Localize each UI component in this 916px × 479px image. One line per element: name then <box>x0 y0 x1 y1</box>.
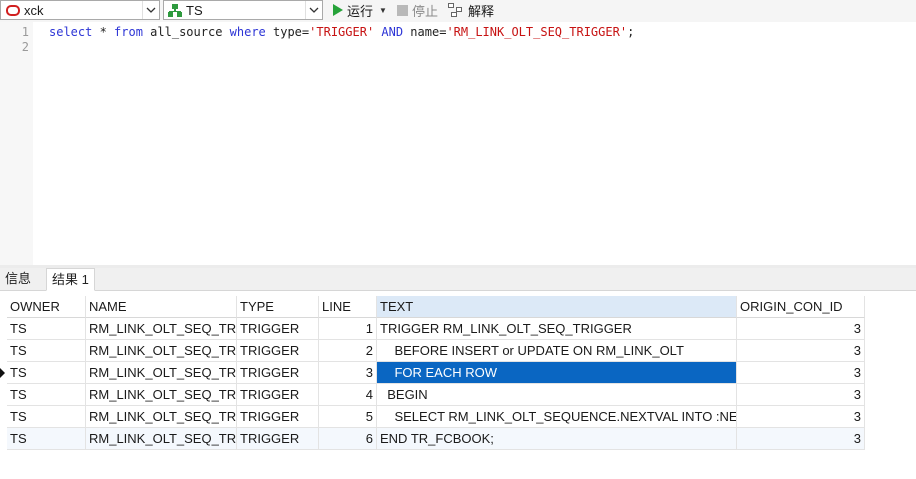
query-table: all_source <box>142 25 230 39</box>
cell-line[interactable]: 6 <box>319 428 377 450</box>
cell-type[interactable]: TRIGGER <box>237 384 319 406</box>
tab-result-1[interactable]: 结果 1 <box>46 268 95 291</box>
connection-value: xck <box>24 2 44 18</box>
cell-origin-con-id[interactable]: 3 <box>737 384 865 406</box>
cell-name[interactable]: RM_LINK_OLT_SEQ_TRIGGER <box>86 406 237 428</box>
cell-name[interactable]: RM_LINK_OLT_SEQ_TRIGGER <box>86 384 237 406</box>
table-row[interactable]: TSRM_LINK_OLT_SEQ_TRIGGERTRIGGER6END TR_… <box>0 428 866 450</box>
column-header-line[interactable]: LINE <box>319 296 377 318</box>
column-header-owner[interactable]: OWNER <box>7 296 86 318</box>
keyword-from: from <box>114 25 143 39</box>
run-button[interactable]: 运行 ▼ <box>333 0 387 20</box>
sql-query-line[interactable]: select * from all_source where type='TRI… <box>49 25 634 39</box>
cell-text[interactable]: SELECT RM_LINK_OLT_SEQUENCE.NEXTVAL INTO… <box>377 406 737 428</box>
cell-type[interactable]: TRIGGER <box>237 340 319 362</box>
oracle-connection-icon <box>6 4 20 16</box>
cell-origin-con-id[interactable]: 3 <box>737 406 865 428</box>
cell-text[interactable]: BEFORE INSERT or UPDATE ON RM_LINK_OLT <box>377 340 737 362</box>
column-header-type[interactable]: TYPE <box>237 296 319 318</box>
cell-owner[interactable]: TS <box>7 384 86 406</box>
toolbar: xck TS 运行 ▼ 停止 解释 <box>0 0 916 22</box>
line-number-gutter: 1 2 <box>0 22 33 265</box>
cell-owner[interactable]: TS <box>7 340 86 362</box>
table-row[interactable]: TSRM_LINK_OLT_SEQ_TRIGGERTRIGGER5 SELECT… <box>0 406 866 428</box>
connection-select[interactable]: xck <box>0 0 160 20</box>
table-row[interactable]: TSRM_LINK_OLT_SEQ_TRIGGERTRIGGER4 BEGIN3 <box>0 384 866 406</box>
cell-origin-con-id[interactable]: 3 <box>737 340 865 362</box>
tab-info[interactable]: 信息 <box>0 268 36 291</box>
column-header-name[interactable]: NAME <box>86 296 237 318</box>
stop-icon <box>397 4 408 16</box>
cell-owner[interactable]: TS <box>7 362 86 384</box>
query-string-literal: 'RM_LINK_OLT_SEQ_TRIGGER' <box>446 25 628 39</box>
stop-button[interactable]: 停止 <box>397 0 438 20</box>
cell-type[interactable]: TRIGGER <box>237 406 319 428</box>
cell-name[interactable]: RM_LINK_OLT_SEQ_TRIGGER <box>86 428 237 450</box>
caret-down-icon[interactable]: ▼ <box>379 6 387 15</box>
cell-name[interactable]: RM_LINK_OLT_SEQ_TRIGGER <box>86 318 237 340</box>
cell-line[interactable]: 1 <box>319 318 377 340</box>
keyword-select: select <box>49 25 93 39</box>
cell-line[interactable]: 2 <box>319 340 377 362</box>
run-label: 运行 <box>347 3 374 19</box>
keyword-and: AND <box>374 25 404 39</box>
query-terminator: ; <box>627 25 635 39</box>
cell-line[interactable]: 5 <box>319 406 377 428</box>
cell-type[interactable]: TRIGGER <box>237 318 319 340</box>
cell-line[interactable]: 4 <box>319 384 377 406</box>
table-row[interactable]: TSRM_LINK_OLT_SEQ_TRIGGERTRIGGER2 BEFORE… <box>0 340 866 362</box>
grid-header-row: OWNER NAME TYPE LINE TEXT ORIGIN_CON_ID <box>0 296 866 318</box>
cell-type[interactable]: TRIGGER <box>237 362 319 384</box>
table-row[interactable]: TSRM_LINK_OLT_SEQ_TRIGGERTRIGGER1TRIGGER… <box>0 318 866 340</box>
cell-origin-con-id[interactable]: 3 <box>737 362 865 384</box>
chevron-down-icon[interactable] <box>305 1 322 19</box>
column-header-text[interactable]: TEXT <box>377 296 737 318</box>
chevron-down-icon[interactable] <box>142 1 159 19</box>
line-number: 1 <box>21 25 29 39</box>
line-number: 2 <box>21 40 29 54</box>
sql-editor[interactable]: 1 2 select * from all_source where type=… <box>0 22 916 265</box>
cell-text[interactable]: TRIGGER RM_LINK_OLT_SEQ_TRIGGER <box>377 318 737 340</box>
keyword-where: where <box>229 25 266 39</box>
cell-origin-con-id[interactable]: 3 <box>737 318 865 340</box>
cell-name[interactable]: RM_LINK_OLT_SEQ_TRIGGER <box>86 340 237 362</box>
cell-type[interactable]: TRIGGER <box>237 428 319 450</box>
explain-plan-icon <box>448 3 464 17</box>
table-row[interactable]: TSRM_LINK_OLT_SEQ_TRIGGERTRIGGER3 FOR EA… <box>0 362 866 384</box>
cell-owner[interactable]: TS <box>7 428 86 450</box>
cell-origin-con-id[interactable]: 3 <box>737 428 865 450</box>
cell-owner[interactable]: TS <box>7 318 86 340</box>
schema-value: TS <box>186 2 203 18</box>
query-string-literal: 'TRIGGER' <box>309 25 375 39</box>
explain-label: 解释 <box>468 3 495 19</box>
schema-select[interactable]: TS <box>163 0 323 20</box>
cell-name[interactable]: RM_LINK_OLT_SEQ_TRIGGER <box>86 362 237 384</box>
current-row-marker-icon <box>0 368 5 378</box>
result-tabs: 信息 结果 1 <box>0 268 916 291</box>
query-token: * <box>92 25 115 39</box>
cell-text[interactable]: BEGIN <box>377 384 737 406</box>
column-header-origin-con-id[interactable]: ORIGIN_CON_ID <box>737 296 865 318</box>
cell-owner[interactable]: TS <box>7 406 86 428</box>
query-column: type= <box>265 25 310 39</box>
explain-button[interactable]: 解释 <box>448 0 494 20</box>
cell-text[interactable]: FOR EACH ROW <box>377 362 737 384</box>
cell-text[interactable]: END TR_FCBOOK; <box>377 428 737 450</box>
stop-label: 停止 <box>412 3 439 19</box>
cell-line[interactable]: 3 <box>319 362 377 384</box>
play-icon <box>333 4 343 16</box>
query-column: name= <box>403 25 447 39</box>
schema-tree-icon <box>168 3 182 17</box>
